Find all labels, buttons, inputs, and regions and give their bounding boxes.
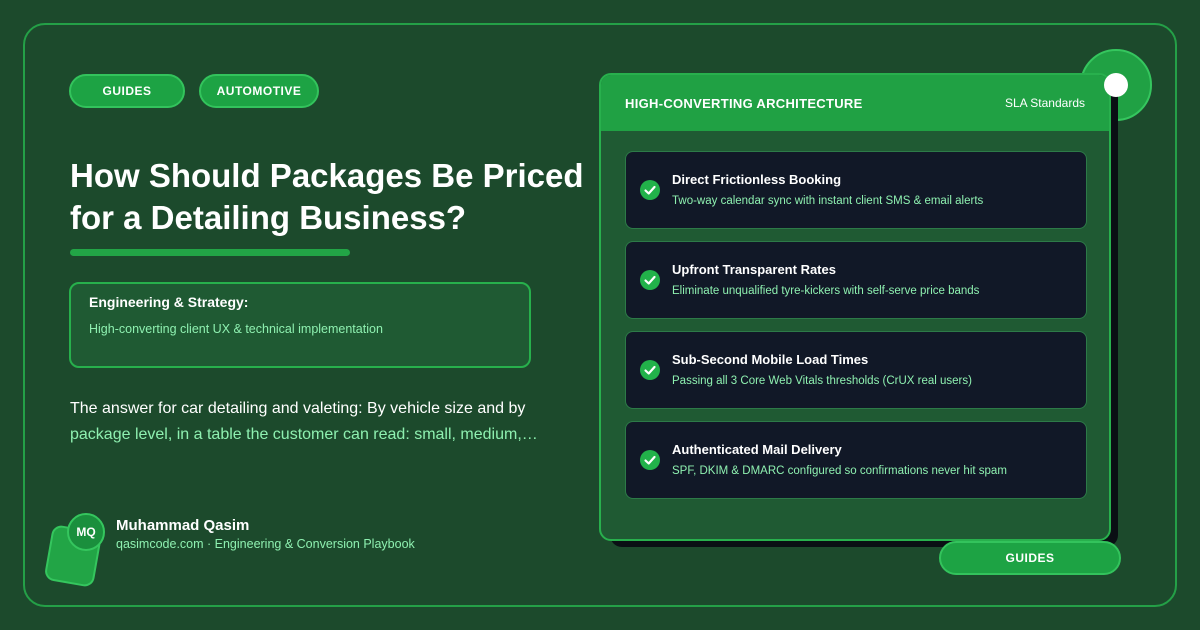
tag-guides-label: GUIDES (102, 84, 152, 98)
decorative-dot (1104, 73, 1128, 97)
check-icon (640, 450, 660, 470)
tag-guides[interactable]: GUIDES (69, 74, 185, 108)
panel-tag: SLA Standards (1004, 96, 1085, 110)
answer-text: The answer for car detailing and valetin… (70, 396, 570, 448)
feature-card: Authenticated Mail Delivery SPF, DKIM & … (625, 421, 1087, 499)
feature-card: Sub-Second Mobile Load Times Passing all… (625, 331, 1087, 409)
feature-card: Direct Frictionless Booking Two-way cale… (625, 151, 1087, 229)
panel-header: HIGH-CONVERTING ARCHITECTURE SLA Standar… (601, 75, 1109, 131)
author-meta: qasimcode.com · Engineering & Conversion… (116, 537, 415, 551)
panel-title: HIGH-CONVERTING ARCHITECTURE (625, 95, 863, 111)
author-name: Muhammad Qasim (116, 517, 250, 534)
architecture-panel: HIGH-CONVERTING ARCHITECTURE SLA Standar… (599, 73, 1111, 541)
answer-lead: The answer for car detailing and valetin… (70, 400, 526, 417)
tag-automotive-label: AUTOMOTIVE (216, 84, 302, 98)
avatar: MQ (67, 513, 105, 551)
feature-desc: Eliminate unqualified tyre-kickers with … (672, 285, 980, 297)
avatar-initials: MQ (76, 525, 96, 539)
strategy-subtitle: High-converting client UX & technical im… (89, 322, 383, 336)
answer-continuation: package level, in a table the customer c… (70, 426, 538, 443)
strategy-box: Engineering & Strategy: High-converting … (69, 282, 531, 368)
tag-automotive[interactable]: AUTOMOTIVE (199, 74, 319, 108)
page-title: How Should Packages Be Priced for a Deta… (70, 157, 584, 236)
feature-card: Upfront Transparent Rates Eliminate unqu… (625, 241, 1087, 319)
check-icon (640, 270, 660, 290)
bottom-guides-label: GUIDES (1005, 551, 1055, 565)
feature-title: Sub-Second Mobile Load Times (672, 352, 869, 367)
bottom-guides-pill[interactable]: GUIDES (939, 541, 1121, 575)
feature-desc: SPF, DKIM & DMARC configured so confirma… (672, 465, 1007, 477)
feature-title: Authenticated Mail Delivery (672, 442, 842, 457)
feature-desc: Passing all 3 Core Web Vitals thresholds… (672, 375, 972, 387)
strategy-heading: Engineering & Strategy: (89, 294, 249, 310)
title-underline (70, 249, 350, 256)
feature-title: Upfront Transparent Rates (672, 262, 836, 277)
check-icon (640, 180, 660, 200)
feature-title: Direct Frictionless Booking (672, 172, 842, 187)
feature-desc: Two-way calendar sync with instant clien… (672, 195, 984, 207)
check-icon (640, 360, 660, 380)
